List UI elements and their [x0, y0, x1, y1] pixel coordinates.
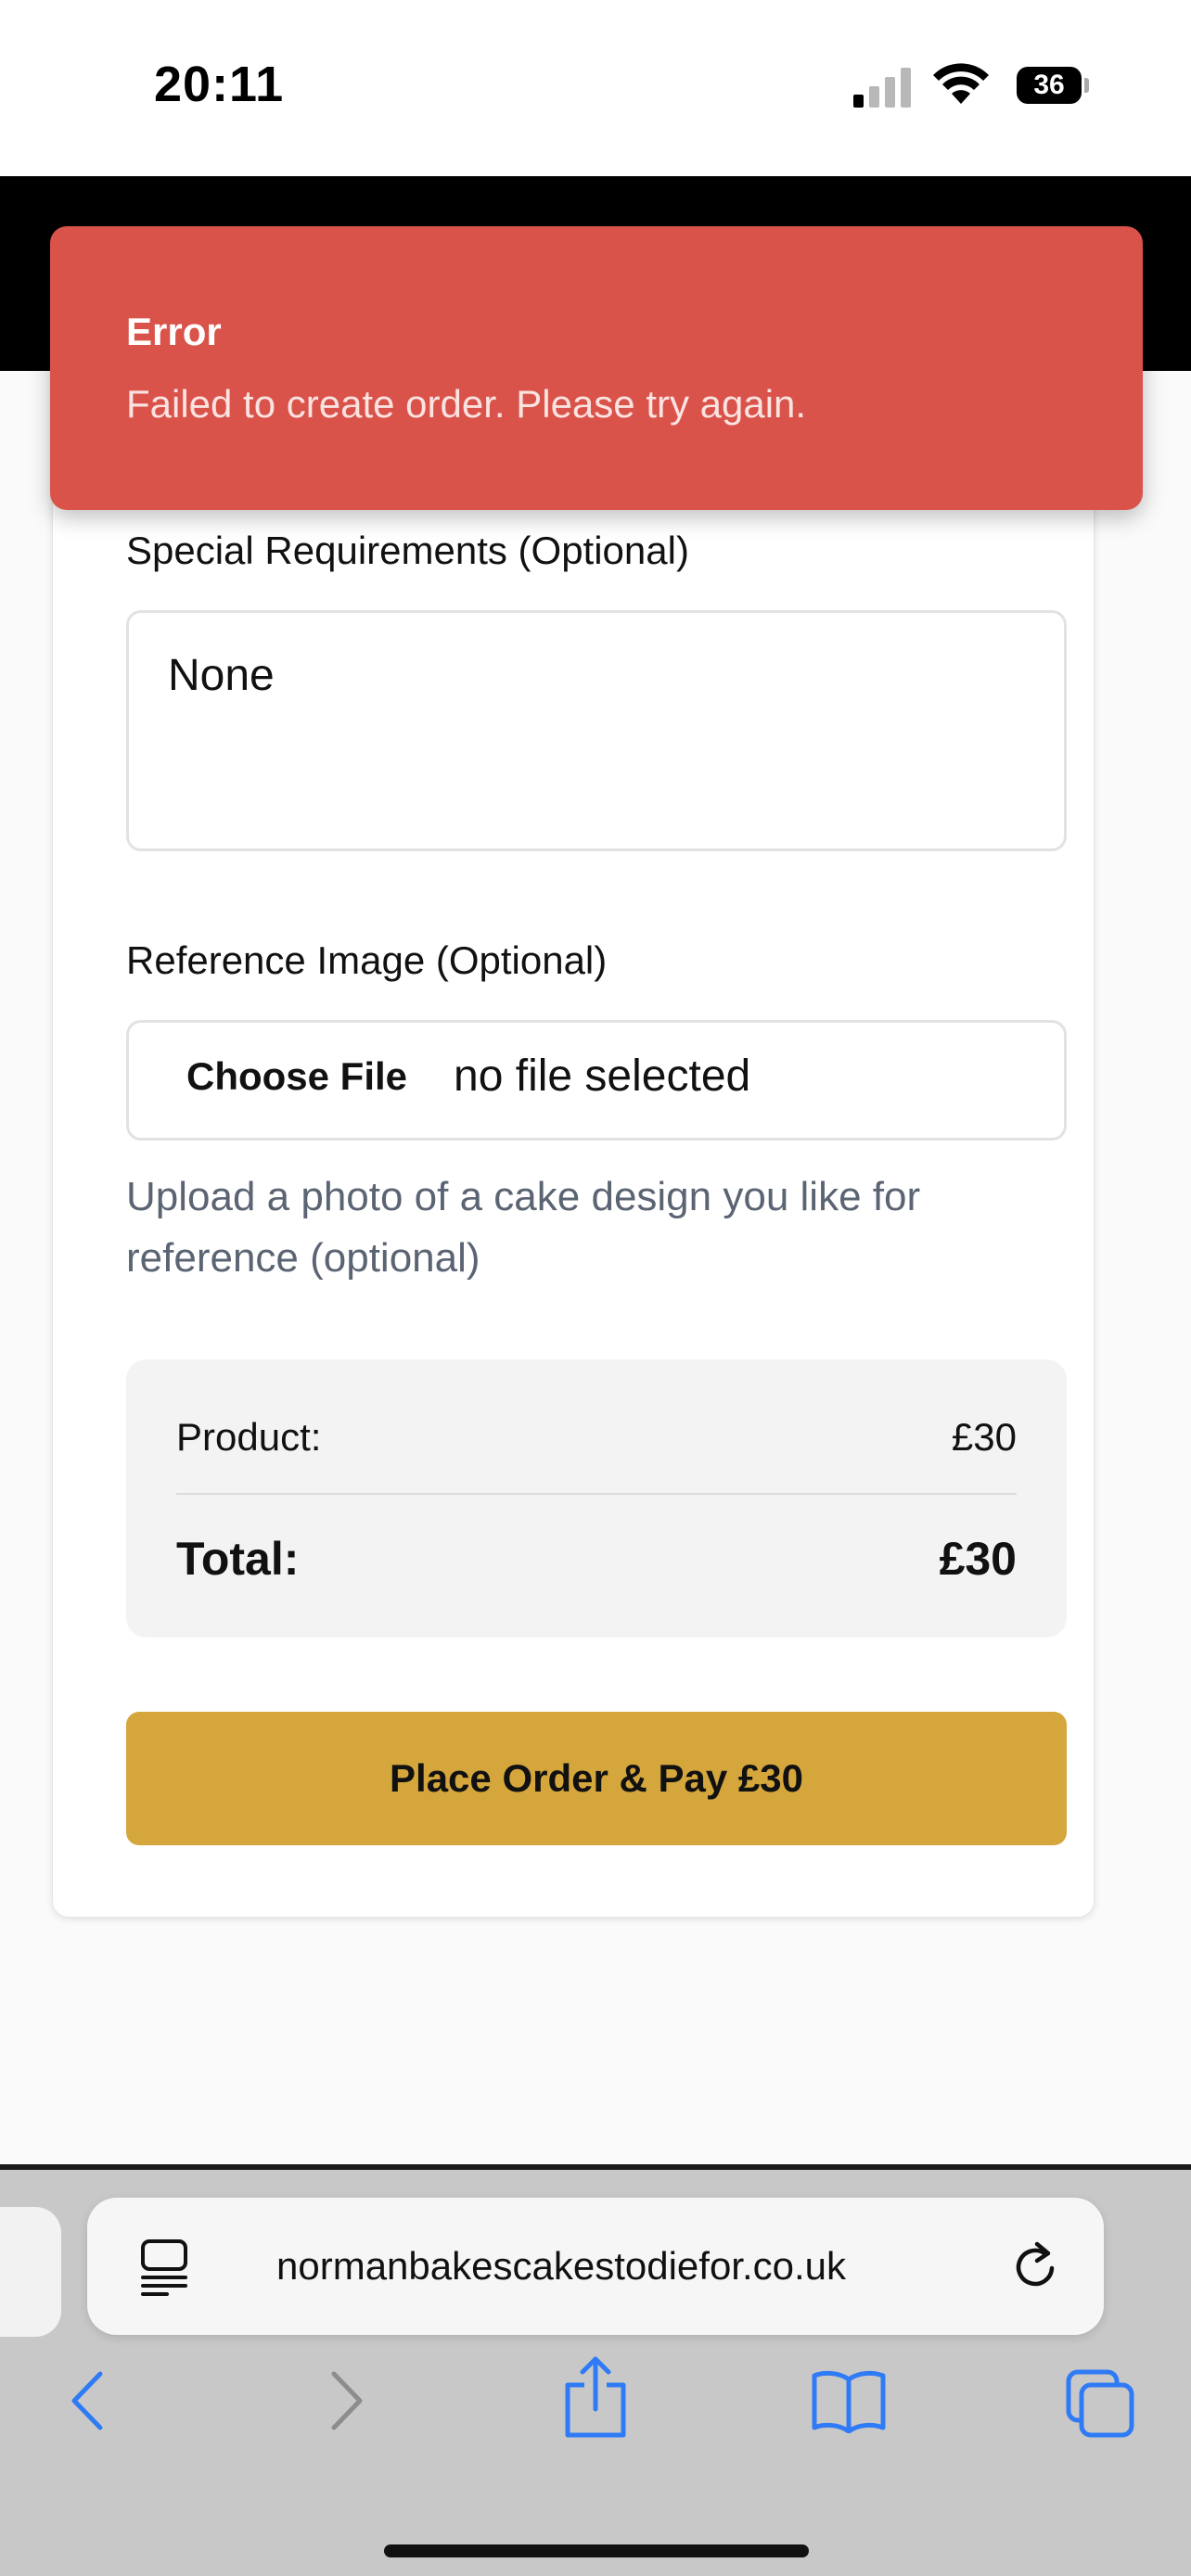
page-menu-icon[interactable]	[139, 2238, 189, 2296]
special-requirements-textarea[interactable]: None	[126, 610, 1067, 851]
status-time: 20:11	[154, 57, 285, 112]
battery-level: 36	[1033, 70, 1065, 100]
order-summary: Product: £30 Total: £30	[126, 1359, 1067, 1638]
address-bar[interactable]: normanbakescakestodiefor.co.uk	[87, 2198, 1104, 2335]
reference-help-text: Upload a photo of a cake design you like…	[126, 1174, 921, 1281]
place-order-button[interactable]: Place Order & Pay £30	[126, 1712, 1067, 1845]
tabs-icon[interactable]	[1065, 2368, 1135, 2439]
battery-icon: 36	[1017, 67, 1082, 104]
wifi-icon	[933, 63, 989, 104]
error-toast: Error Failed to create order. Please try…	[50, 226, 1143, 510]
choose-file-button[interactable]: Choose File	[186, 1054, 407, 1099]
browser-chrome: normanbakescakestodiefor.co.uk	[0, 2164, 1191, 2576]
status-bar: 20:11 36	[0, 0, 1191, 176]
total-label: Total:	[176, 1533, 300, 1585]
forward-icon[interactable]	[323, 2368, 369, 2433]
previous-tab-peek[interactable]	[0, 2207, 61, 2337]
product-label: Product:	[176, 1415, 322, 1459]
summary-divider	[176, 1493, 1017, 1495]
toast-message: Failed to create order. Please try again…	[126, 382, 807, 426]
back-icon[interactable]	[65, 2368, 111, 2433]
file-status: no file selected	[454, 1052, 751, 1101]
special-requirements-label: Special Requirements (Optional)	[126, 529, 689, 572]
total-price: £30	[939, 1533, 1017, 1585]
home-indicator[interactable]	[384, 2544, 809, 2557]
product-price: £30	[951, 1415, 1017, 1459]
reload-icon[interactable]	[1011, 2238, 1063, 2294]
reference-image-label: Reference Image (Optional)	[126, 938, 608, 982]
share-icon[interactable]	[560, 2355, 631, 2439]
battery-cap	[1084, 78, 1089, 93]
url-text[interactable]: normanbakescakestodiefor.co.uk	[276, 2244, 846, 2289]
bookmarks-icon[interactable]	[811, 2368, 887, 2433]
reference-image-file-input[interactable]: Choose File no file selected	[126, 1020, 1067, 1141]
cellular-signal-icon	[853, 68, 911, 108]
toast-title: Error	[126, 310, 222, 353]
